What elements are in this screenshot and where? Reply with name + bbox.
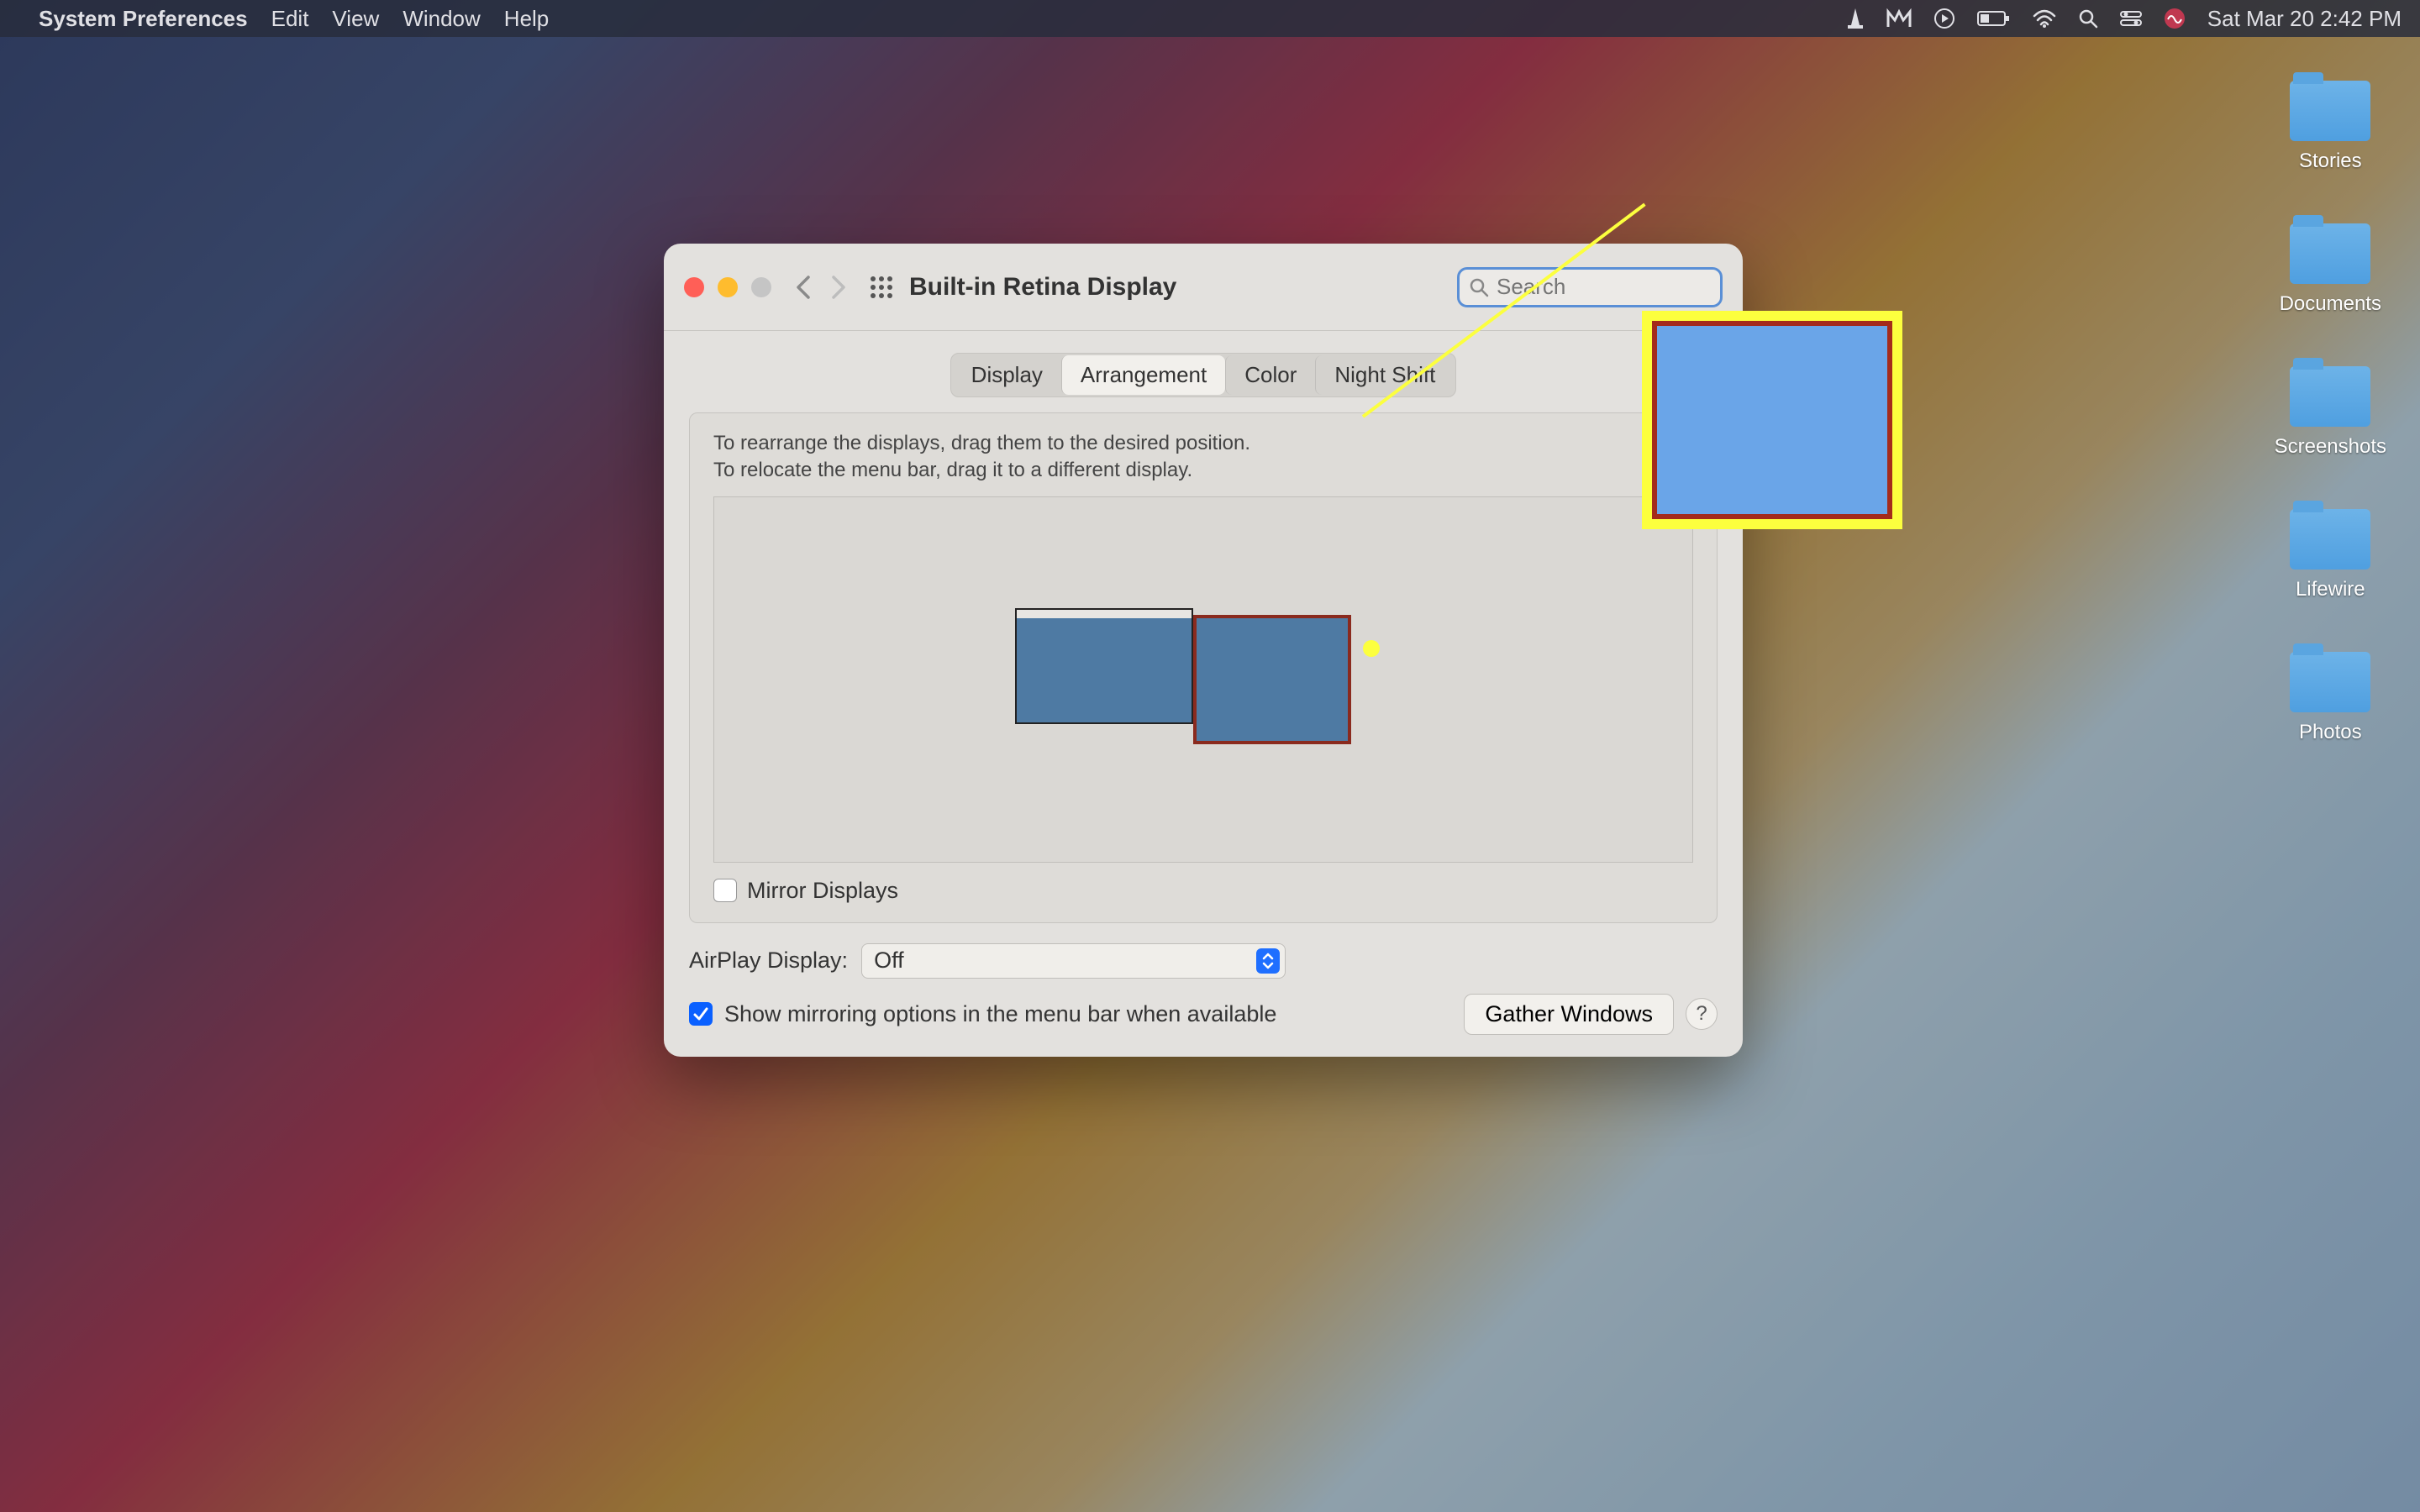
folder-icon: [2290, 223, 2370, 284]
close-button[interactable]: [684, 277, 704, 297]
annotation-dot: [1363, 640, 1380, 657]
folder-icon: [2290, 81, 2370, 141]
titlebar: Built-in Retina Display: [664, 244, 1743, 331]
airplay-label: AirPlay Display:: [689, 948, 848, 974]
tabs: Display Arrangement Color Night Shift: [950, 353, 1457, 397]
menu-edit[interactable]: Edit: [271, 6, 309, 32]
mirror-displays-label: Mirror Displays: [747, 878, 898, 904]
control-center-icon[interactable]: [2120, 10, 2142, 27]
folder-icon: [2290, 366, 2370, 427]
folder-screenshots[interactable]: Screenshots: [2275, 366, 2386, 459]
folder-label: Stories: [2299, 150, 2362, 173]
folder-icon: [2290, 652, 2370, 712]
instruction-line: To rearrange the displays, drag them to …: [713, 430, 1693, 457]
airplay-value: Off: [874, 948, 904, 974]
folder-label: Documents: [2280, 292, 2381, 316]
instructions: To rearrange the displays, drag them to …: [713, 430, 1693, 485]
folder-photos[interactable]: Photos: [2275, 652, 2386, 744]
arrangement-area[interactable]: [713, 496, 1693, 863]
folder-documents[interactable]: Documents: [2275, 223, 2386, 316]
tab-arrangement[interactable]: Arrangement: [1061, 355, 1225, 395]
help-button[interactable]: ?: [1686, 998, 1718, 1030]
tab-display[interactable]: Display: [953, 355, 1061, 395]
wifi-icon[interactable]: [2033, 9, 2056, 28]
show-mirroring-label: Show mirroring options in the menu bar w…: [724, 1001, 1276, 1027]
tab-color[interactable]: Color: [1225, 355, 1315, 395]
folder-icon: [2290, 509, 2370, 570]
search-input[interactable]: [1457, 267, 1723, 307]
menubar: System Preferences Edit View Window Help…: [0, 0, 2420, 37]
folder-label: Lifewire: [2296, 578, 2365, 601]
desktop-folders: Stories Documents Screenshots Lifewire P…: [2275, 81, 2386, 744]
back-button[interactable]: [795, 275, 812, 300]
menubar-clock[interactable]: Sat Mar 20 2:42 PM: [2207, 6, 2402, 32]
spotlight-icon[interactable]: [2078, 8, 2098, 29]
window-title: Built-in Retina Display: [909, 273, 1176, 302]
folder-stories[interactable]: Stories: [2275, 81, 2386, 173]
chevron-updown-icon: [1256, 948, 1280, 974]
show-all-button[interactable]: [869, 275, 894, 300]
annotation-callout: [1642, 311, 1902, 529]
annotation-zoom: [1652, 321, 1892, 519]
menu-view[interactable]: View: [332, 6, 379, 32]
preferences-window: Built-in Retina Display Display Arrangem…: [664, 244, 1743, 1057]
menu-window[interactable]: Window: [402, 6, 480, 32]
folder-lifewire[interactable]: Lifewire: [2275, 509, 2386, 601]
minimize-button[interactable]: [718, 277, 738, 297]
airplay-select[interactable]: Off: [861, 943, 1286, 979]
mirror-displays-checkbox[interactable]: [713, 879, 737, 902]
vlc-icon[interactable]: [1846, 8, 1865, 29]
siri-icon[interactable]: [2164, 8, 2186, 29]
arrangement-pane: To rearrange the displays, drag them to …: [689, 412, 1718, 923]
screen-mirroring-icon[interactable]: [1933, 8, 1955, 29]
gather-windows-button[interactable]: Gather Windows: [1464, 994, 1674, 1035]
maximize-button[interactable]: [751, 277, 771, 297]
folder-label: Screenshots: [2275, 435, 2386, 459]
traffic-lights: [684, 277, 771, 297]
app-menu[interactable]: System Preferences: [39, 6, 248, 32]
display-primary[interactable]: [1015, 615, 1193, 724]
forward-button[interactable]: [830, 275, 847, 300]
show-mirroring-checkbox[interactable]: [689, 1002, 713, 1026]
malwarebytes-icon[interactable]: [1886, 8, 1912, 29]
instruction-line: To relocate the menu bar, drag it to a d…: [713, 457, 1693, 484]
folder-label: Photos: [2299, 721, 2362, 744]
menu-help[interactable]: Help: [504, 6, 549, 32]
battery-icon[interactable]: [1977, 10, 2011, 27]
display-secondary[interactable]: [1193, 615, 1351, 744]
